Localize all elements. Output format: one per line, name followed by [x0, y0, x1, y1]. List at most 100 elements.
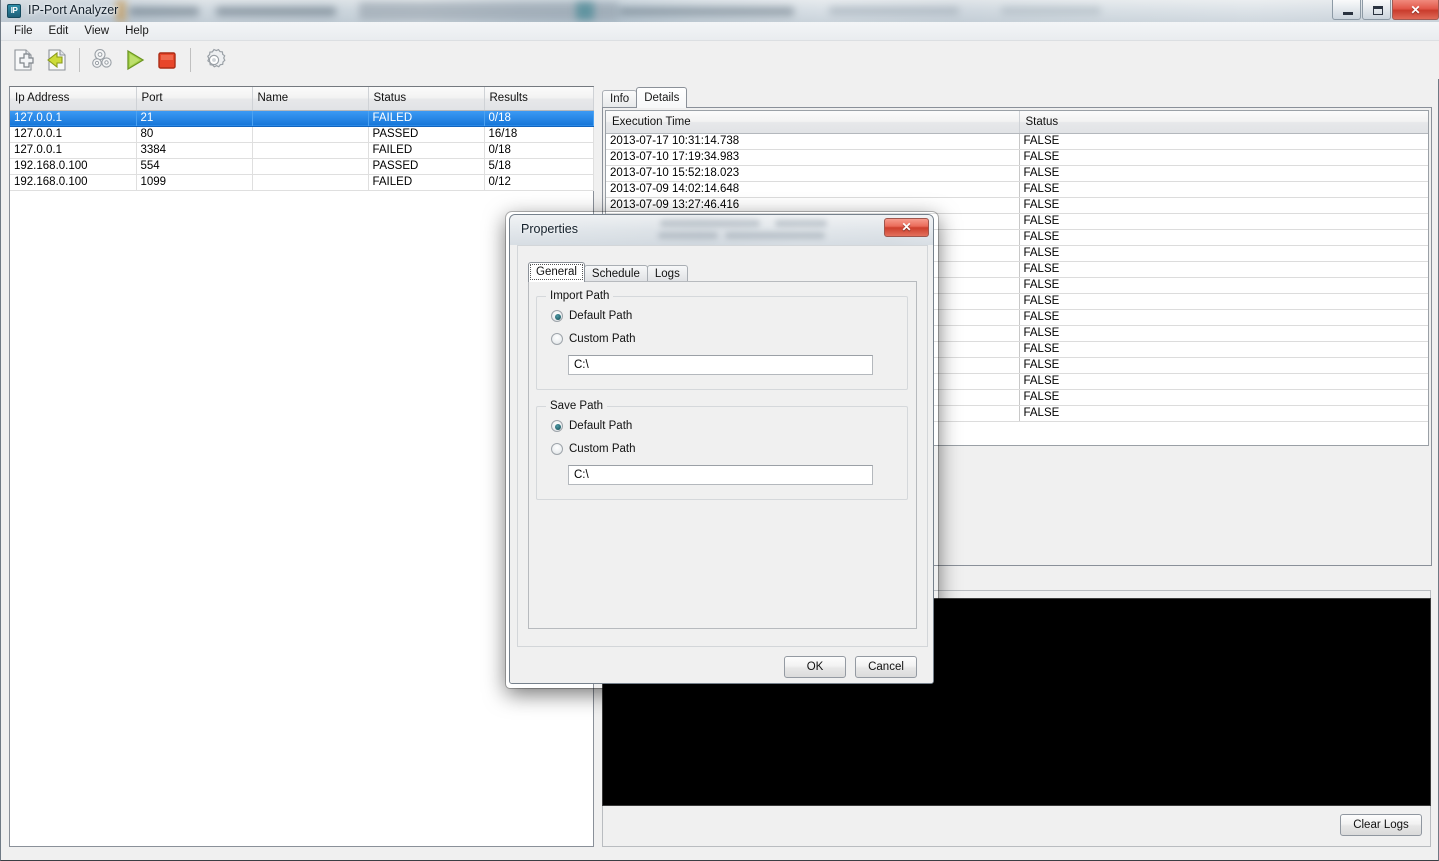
import-default-path-radio-row[interactable]: Default Path [551, 310, 632, 322]
cell-port: 554 [136, 158, 253, 175]
menu-item-file[interactable]: File [6, 23, 41, 39]
desktop-blur-artifact [129, 7, 199, 16]
cell-status: FALSE [1019, 277, 1428, 294]
cell-port: 3384 [136, 142, 253, 159]
gears-icon [92, 48, 112, 68]
ok-button[interactable]: OK [784, 656, 846, 678]
column-header-execution-time[interactable]: Execution Time [606, 111, 1020, 134]
save-default-path-label: Default Path [569, 420, 633, 432]
import-default-path-label: Default Path [569, 310, 633, 322]
tab-schedule[interactable]: Schedule [583, 265, 648, 282]
cell-status: FAILED [368, 174, 485, 191]
table-row[interactable]: 192.168.0.100 554 PASSED 5/18 [10, 158, 594, 175]
cancel-button[interactable]: Cancel [855, 656, 917, 678]
window-title-bar[interactable]: IP IP-Port Analyzer ✕ [1, 0, 1439, 22]
new-document-icon [14, 49, 34, 71]
save-path-group-label: Save Path [546, 400, 608, 412]
configure-button[interactable] [87, 44, 119, 76]
menu-item-help[interactable]: Help [117, 23, 157, 39]
table-row[interactable]: 192.168.0.100 1099 FAILED 0/12 [10, 174, 594, 191]
toolbar-separator [79, 48, 80, 72]
cell-status: FAILED [368, 142, 485, 159]
table-row[interactable]: 2013-07-10 15:52:18.023 FALSE [606, 165, 1428, 182]
table-row[interactable]: 127.0.0.1 21 FAILED 0/18 [10, 110, 594, 127]
toolbar [1, 41, 1439, 79]
table-row[interactable]: 127.0.0.1 3384 FAILED 0/18 [10, 142, 594, 159]
cell-status: PASSED [368, 126, 485, 143]
import-custom-path-label: Custom Path [569, 333, 636, 345]
cell-execution-time: 2013-07-10 15:52:18.023 [606, 165, 1020, 182]
cell-execution-time: 2013-07-17 10:31:14.738 [606, 133, 1020, 150]
cell-status: FALSE [1019, 293, 1428, 310]
run-button[interactable] [119, 44, 151, 76]
dialog-blur-artifact [660, 220, 760, 227]
radio-unselected-icon [551, 333, 563, 345]
desktop-blur-artifact [576, 2, 594, 20]
column-header-name[interactable]: Name [252, 87, 369, 111]
tab-info[interactable]: Info [602, 90, 638, 108]
desktop-blur-artifact [829, 7, 959, 15]
import-document-button[interactable] [40, 44, 72, 76]
cell-status: FALSE [1019, 325, 1428, 342]
cell-ip: 192.168.0.100 [10, 174, 137, 191]
application-window: IP IP-Port Analyzer ✕ File Edit View Hel… [0, 0, 1439, 861]
save-custom-path-label: Custom Path [569, 443, 636, 455]
column-header-ip-address[interactable]: Ip Address [10, 87, 137, 111]
cell-status: PASSED [368, 158, 485, 175]
table-row[interactable]: 2013-07-10 17:19:34.983 FALSE [606, 149, 1428, 166]
hosts-table: Ip Address Port Name Status Results 127.… [10, 87, 594, 191]
hosts-table-header-row: Ip Address Port Name Status Results [10, 87, 594, 111]
stop-icon [158, 52, 176, 69]
tab-logs[interactable]: Logs [646, 265, 688, 282]
column-header-status[interactable]: Status [1019, 111, 1428, 134]
cell-status: FALSE [1019, 229, 1428, 246]
minimize-button[interactable] [1332, 0, 1361, 20]
settings-gear-icon [207, 48, 226, 68]
table-row[interactable]: 127.0.0.1 80 PASSED 16/18 [10, 126, 594, 143]
cell-port: 21 [136, 110, 253, 127]
dialog-blur-artifact [775, 220, 827, 227]
dialog-title-bar[interactable]: Properties ✕ [510, 215, 933, 245]
save-path-group: Save Path Default Path Custom Path C:\ [536, 400, 908, 500]
dialog-body: General Schedule Logs Import Path Defaul… [510, 245, 933, 683]
import-document-icon [47, 49, 66, 71]
import-path-input[interactable]: C:\ [568, 355, 873, 375]
properties-button[interactable] [198, 44, 230, 76]
cell-execution-time: 2013-07-09 13:27:46.416 [606, 197, 1020, 214]
radio-selected-icon [551, 310, 563, 322]
stop-button[interactable] [151, 44, 183, 76]
desktop-blur-artifact [619, 7, 794, 16]
tab-general[interactable]: General [528, 262, 585, 282]
dialog-close-button[interactable]: ✕ [884, 218, 929, 237]
table-row[interactable]: 2013-07-09 13:27:46.416 FALSE [606, 197, 1428, 214]
cell-execution-time: 2013-07-09 14:02:14.648 [606, 181, 1020, 198]
tab-details[interactable]: Details [636, 87, 688, 108]
cell-results: 5/18 [484, 158, 594, 175]
new-document-button[interactable] [8, 44, 40, 76]
import-custom-path-radio-row[interactable]: Custom Path [551, 333, 635, 345]
cell-status: FALSE [1019, 149, 1428, 166]
save-custom-path-radio-row[interactable]: Custom Path [551, 443, 635, 455]
menu-item-edit[interactable]: Edit [41, 23, 77, 39]
column-header-status[interactable]: Status [368, 87, 485, 111]
properties-dialog: Properties ✕ General Schedule Logs Impor… [509, 214, 934, 684]
column-header-port[interactable]: Port [136, 87, 253, 111]
toolbar-separator [190, 48, 191, 72]
cell-status: FALSE [1019, 405, 1428, 422]
menu-item-view[interactable]: View [76, 23, 117, 39]
cell-name [252, 158, 369, 175]
table-row[interactable]: 2013-07-09 14:02:14.648 FALSE [606, 181, 1428, 198]
save-path-input[interactable]: C:\ [568, 465, 873, 485]
maximize-button[interactable] [1362, 0, 1391, 20]
table-row[interactable]: 2013-07-17 10:31:14.738 FALSE [606, 133, 1428, 150]
play-icon [127, 49, 145, 71]
close-button[interactable]: ✕ [1392, 0, 1439, 20]
save-default-path-radio-row[interactable]: Default Path [551, 420, 632, 432]
dialog-footer: OK Cancel [510, 647, 933, 683]
clear-logs-button[interactable]: Clear Logs [1340, 814, 1422, 836]
cell-status: FALSE [1019, 213, 1428, 230]
column-header-results[interactable]: Results [484, 87, 594, 111]
cell-port: 80 [136, 126, 253, 143]
dialog-general-panel: Import Path Default Path Custom Path C:\… [528, 281, 917, 629]
desktop-blur-artifact [1001, 7, 1101, 15]
